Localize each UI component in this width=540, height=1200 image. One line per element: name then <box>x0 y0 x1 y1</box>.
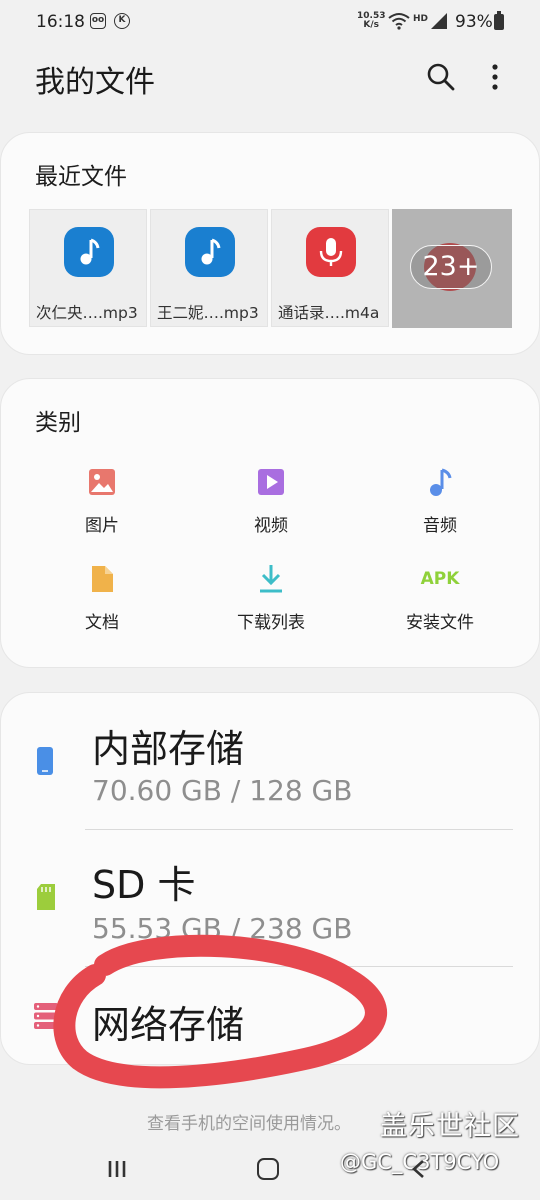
status-time: 16:18 <box>36 12 85 32</box>
recent-file-item[interactable]: 王二妮….mp3 <box>150 209 268 327</box>
recent-files-card: 最近文件 次仁央….mp3 王二妮….mp3 通话录….m4a 23+ <box>0 132 540 355</box>
storage-size: 55.53 GB / 238 GB <box>92 912 353 945</box>
k-app-icon: K <box>114 13 130 29</box>
microphone-icon <box>306 227 356 277</box>
storage-name: 内部存储 <box>92 727 245 771</box>
network-speed: 10.53 K/s <box>357 11 386 30</box>
recent-file-name: 王二妮….mp3 <box>157 304 259 322</box>
recent-file-name: 次仁央….mp3 <box>36 304 138 322</box>
storage-size: 70.60 GB / 128 GB <box>92 774 353 807</box>
image-icon <box>85 465 119 499</box>
status-bar: 16:18 oo K 10.53 K/s HD 93% <box>0 0 540 48</box>
search-icon[interactable] <box>424 60 458 94</box>
voicemail-icon: oo <box>90 13 106 29</box>
category-label: 图片 <box>85 516 119 536</box>
document-icon <box>85 562 119 596</box>
download-icon <box>254 562 288 596</box>
battery-icon <box>494 11 504 30</box>
category-card: 类别 图片 视频 音频 文档 下载列表 APK 安装文件 <box>0 378 540 668</box>
category-title: 类别 <box>35 410 81 436</box>
category-label: 视频 <box>254 516 288 536</box>
apk-icon: APK <box>420 569 460 589</box>
more-count-label: 23+ <box>422 251 480 282</box>
category-audio[interactable]: 音频 <box>370 465 510 536</box>
divider <box>85 966 513 967</box>
home-button-icon[interactable] <box>257 1158 279 1180</box>
recent-apps-icon[interactable] <box>106 1160 128 1178</box>
battery-percent: 93% <box>455 12 493 32</box>
signal-icon <box>431 13 447 29</box>
phone-icon <box>37 747 53 775</box>
more-options-icon[interactable] <box>480 60 510 94</box>
storage-name: SD 卡 <box>92 863 196 907</box>
hd-indicator: HD <box>413 14 429 24</box>
divider <box>85 829 513 830</box>
network-storage-icon <box>34 1003 58 1029</box>
page-title: 我的文件 <box>35 65 155 100</box>
more-recent-files-tile[interactable]: 23+ <box>392 209 512 328</box>
music-note-icon <box>185 227 235 277</box>
recent-file-name: 通话录….m4a <box>278 304 380 322</box>
storage-name: 网络存储 <box>92 1003 245 1047</box>
category-install-files[interactable]: APK 安装文件 <box>370 562 510 633</box>
category-label: 音频 <box>423 516 457 536</box>
audio-icon <box>423 465 457 499</box>
sd-card-icon <box>37 884 55 910</box>
navigation-bar <box>0 1130 540 1200</box>
recent-file-item[interactable]: 通话录….m4a <box>271 209 389 327</box>
back-icon[interactable] <box>408 1158 430 1180</box>
category-label: 文档 <box>85 613 119 633</box>
category-documents[interactable]: 文档 <box>32 562 172 633</box>
category-downloads[interactable]: 下载列表 <box>201 562 341 633</box>
recent-file-item[interactable]: 次仁央….mp3 <box>29 209 147 327</box>
category-videos[interactable]: 视频 <box>201 465 341 536</box>
wifi-icon <box>388 13 410 30</box>
category-label: 安装文件 <box>406 613 474 633</box>
category-label: 下载列表 <box>237 613 305 633</box>
category-images[interactable]: 图片 <box>32 465 172 536</box>
music-note-icon <box>64 227 114 277</box>
video-icon <box>254 465 288 499</box>
storage-card: 内部存储 70.60 GB / 128 GB SD 卡 55.53 GB / 2… <box>0 692 540 1065</box>
recent-files-title: 最近文件 <box>35 164 127 190</box>
